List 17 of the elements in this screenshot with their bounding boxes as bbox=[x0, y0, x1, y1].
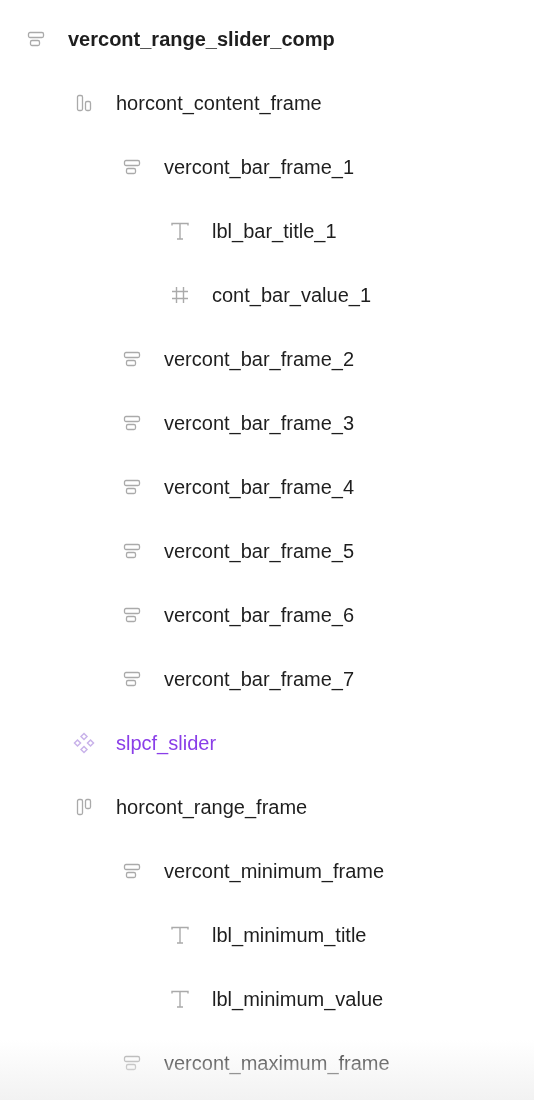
layer-name[interactable]: vercont_range_slider_comp bbox=[68, 27, 335, 51]
layer-name[interactable]: horcont_content_frame bbox=[116, 91, 322, 115]
layer-name[interactable]: vercont_bar_frame_2 bbox=[164, 347, 355, 371]
layer-name[interactable]: lbl_minimum_title bbox=[212, 923, 367, 947]
layer-name[interactable]: vercont_bar_frame_4 bbox=[164, 475, 355, 499]
layer-name[interactable]: horcont_range_frame bbox=[116, 795, 308, 819]
layer-name[interactable]: vercont_bar_frame_1 bbox=[164, 155, 355, 179]
layer-name[interactable]: vercont_bar_frame_5 bbox=[164, 539, 355, 563]
layer-name[interactable]: vercont_bar_frame_7 bbox=[164, 667, 355, 691]
layer-name[interactable]: slpcf_slider bbox=[116, 731, 217, 755]
layer-name[interactable]: vercont_bar_frame_6 bbox=[164, 603, 355, 627]
layer-name[interactable]: vercont_minimum_frame bbox=[164, 859, 385, 883]
layer-name[interactable]: lbl_minimum_value bbox=[212, 987, 384, 1011]
layer-name[interactable]: vercont_maximum_frame bbox=[164, 1051, 390, 1075]
layer-name[interactable]: cont_bar_value_1 bbox=[212, 283, 371, 307]
layer-name[interactable]: lbl_bar_title_1 bbox=[212, 219, 337, 243]
layer-name[interactable]: vercont_bar_frame_3 bbox=[164, 411, 355, 435]
